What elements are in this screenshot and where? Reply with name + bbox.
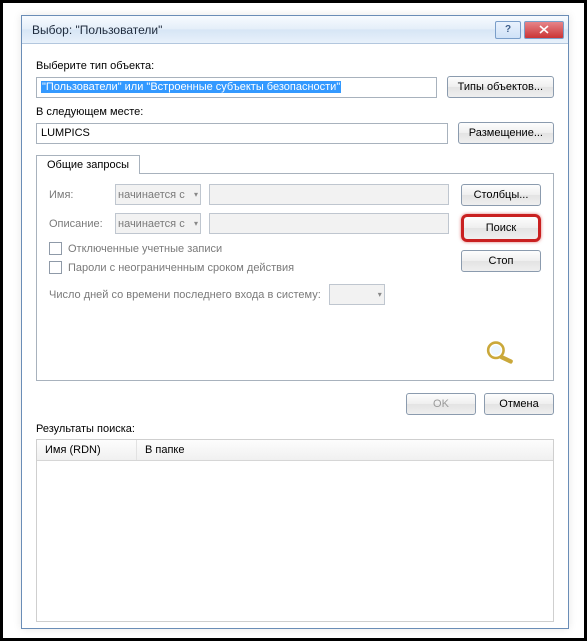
search-button[interactable]: Поиск	[461, 214, 541, 242]
location-label: В следующем месте:	[36, 106, 554, 118]
magnifier-icon	[483, 340, 519, 364]
columns-button[interactable]: Столбцы...	[461, 184, 541, 206]
name-label: Имя:	[49, 189, 107, 201]
close-icon	[539, 25, 549, 34]
ok-button[interactable]: OK	[406, 393, 476, 415]
desc-label: Описание:	[49, 218, 107, 230]
password-noexpire-checkbox[interactable]	[49, 261, 62, 274]
location-field[interactable]: LUMPICS	[36, 123, 448, 144]
desc-operator-select[interactable]: начинается с ▾	[115, 213, 201, 234]
window-title: Выбор: "Пользователи"	[32, 23, 492, 37]
chevron-down-icon: ▾	[194, 190, 198, 199]
object-type-label: Выберите тип объекта:	[36, 60, 554, 72]
chevron-down-icon: ▾	[378, 290, 382, 299]
desc-input[interactable]	[209, 213, 449, 234]
chevron-down-icon: ▾	[194, 219, 198, 228]
name-input[interactable]	[209, 184, 449, 205]
col-name[interactable]: Имя (RDN)	[37, 440, 137, 460]
tab-common-queries[interactable]: Общие запросы	[36, 155, 140, 174]
location-value: LUMPICS	[41, 127, 90, 139]
days-select[interactable]: ▾	[329, 284, 385, 305]
col-folder[interactable]: В папке	[137, 440, 553, 460]
stop-button[interactable]: Стоп	[461, 250, 541, 272]
days-label: Число дней со времени последнего входа в…	[49, 289, 321, 301]
close-button[interactable]	[524, 21, 564, 39]
table-header: Имя (RDN) В папке	[37, 440, 553, 461]
object-type-value: "Пользователи" или "Встроенные субъекты …	[41, 81, 341, 93]
titlebar[interactable]: Выбор: "Пользователи" ?	[22, 16, 568, 44]
dialog-window: Выбор: "Пользователи" ? Выберите тип объ…	[21, 15, 569, 629]
results-label: Результаты поиска:	[36, 423, 554, 435]
location-button[interactable]: Размещение...	[458, 122, 554, 144]
disabled-accounts-checkbox[interactable]	[49, 242, 62, 255]
tab-panel: Имя: начинается с ▾ Описание: начинается…	[36, 173, 554, 381]
help-button[interactable]: ?	[495, 21, 521, 39]
dialog-content: Выберите тип объекта: "Пользователи" или…	[22, 44, 568, 632]
password-noexpire-label: Пароли с неограниченным сроком действия	[68, 262, 294, 274]
table-body[interactable]	[37, 461, 553, 621]
results-table: Имя (RDN) В папке	[36, 439, 554, 622]
object-types-button[interactable]: Типы объектов...	[447, 76, 554, 98]
object-type-field[interactable]: "Пользователи" или "Встроенные субъекты …	[36, 77, 437, 98]
name-operator-select[interactable]: начинается с ▾	[115, 184, 201, 205]
cancel-button[interactable]: Отмена	[484, 393, 554, 415]
disabled-accounts-label: Отключенные учетные записи	[68, 243, 222, 255]
